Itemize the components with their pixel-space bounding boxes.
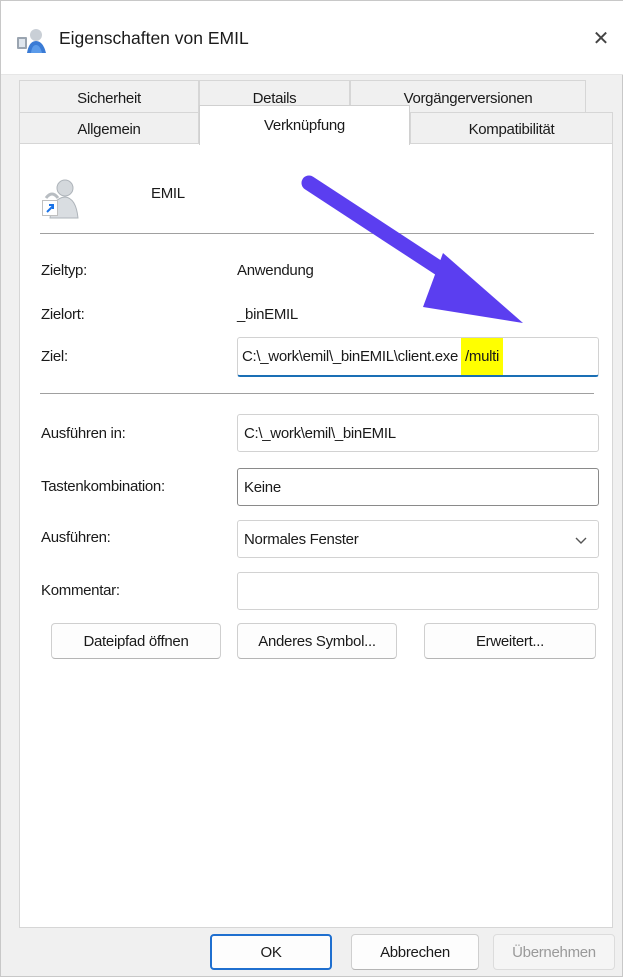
- ziel-label: Ziel:: [41, 348, 68, 365]
- tab-sicherheit[interactable]: Sicherheit: [19, 80, 199, 112]
- properties-dialog: Eigenschaften von EMIL ✕ Sicherheit Deta…: [0, 0, 623, 977]
- button-label: Anderes Symbol...: [258, 632, 376, 650]
- dateipfad-oeffnen-button[interactable]: Dateipfad öffnen: [51, 623, 221, 659]
- ausfuehren-value: Normales Fenster: [244, 530, 359, 548]
- tab-label: Allgemein: [77, 121, 141, 138]
- kommentar-label: Kommentar:: [41, 582, 120, 599]
- shortcut-arrow-icon: [42, 200, 58, 216]
- tab-verknuepfung[interactable]: Verknüpfung: [199, 105, 410, 145]
- erweitert-button[interactable]: Erweitert...: [424, 623, 596, 659]
- close-button[interactable]: ✕: [578, 1, 623, 75]
- tab-label: Kompatibilität: [468, 121, 555, 138]
- separator: [40, 393, 594, 394]
- title-bar: Eigenschaften von EMIL ✕: [1, 1, 623, 75]
- tastenkombination-input[interactable]: Keine: [237, 468, 599, 506]
- annotation-arrow-icon: [301, 175, 523, 323]
- shortcut-properties-icon: [15, 25, 49, 55]
- zielort-value: _binEMIL: [237, 306, 298, 323]
- tab-allgemein[interactable]: Allgemein: [19, 112, 199, 143]
- zielort-label: Zielort:: [41, 306, 85, 323]
- button-label: Übernehmen: [512, 943, 596, 961]
- ok-button[interactable]: OK: [210, 934, 332, 970]
- kommentar-input[interactable]: [237, 572, 599, 610]
- uebernehmen-button[interactable]: Übernehmen: [493, 934, 615, 970]
- button-label: Abbrechen: [380, 943, 450, 961]
- ausfuehren-label: Ausführen:: [41, 529, 111, 546]
- button-label: Erweitert...: [475, 632, 545, 650]
- shortcut-name: EMIL: [151, 185, 185, 202]
- ausfuehren-select[interactable]: Normales Fenster: [237, 520, 599, 558]
- button-label: OK: [260, 943, 282, 961]
- button-label: Dateipfad öffnen: [83, 632, 189, 650]
- tab-label: Sicherheit: [77, 90, 141, 107]
- ziel-highlight-text: /multi: [461, 338, 504, 375]
- ziel-input[interactable]: C:\_work\emil\_binEMIL\client.exe /multi: [237, 337, 599, 377]
- zieltyp-label: Zieltyp:: [41, 262, 87, 279]
- ausfuehren-in-value: C:\_work\emil\_binEMIL: [244, 424, 396, 442]
- anderes-symbol-button[interactable]: Anderes Symbol...: [237, 623, 397, 659]
- tastenkombination-label: Tastenkombination:: [41, 478, 165, 495]
- close-icon: ✕: [592, 27, 610, 50]
- tastenkombination-value: Keine: [244, 478, 281, 496]
- ausfuehren-in-label: Ausführen in:: [41, 425, 126, 442]
- window-title: Eigenschaften von EMIL: [59, 28, 249, 48]
- chevron-down-icon: [574, 533, 588, 550]
- tab-kompatibilitaet[interactable]: Kompatibilität: [410, 112, 613, 143]
- abbrechen-button[interactable]: Abbrechen: [351, 934, 479, 970]
- ausfuehren-in-input[interactable]: C:\_work\emil\_binEMIL: [237, 414, 599, 452]
- tab-label: Verknüpfung: [264, 117, 345, 134]
- ziel-path-text: C:\_work\emil\_binEMIL\client.exe: [242, 348, 459, 365]
- tab-label: Vorgängerversionen: [403, 90, 533, 107]
